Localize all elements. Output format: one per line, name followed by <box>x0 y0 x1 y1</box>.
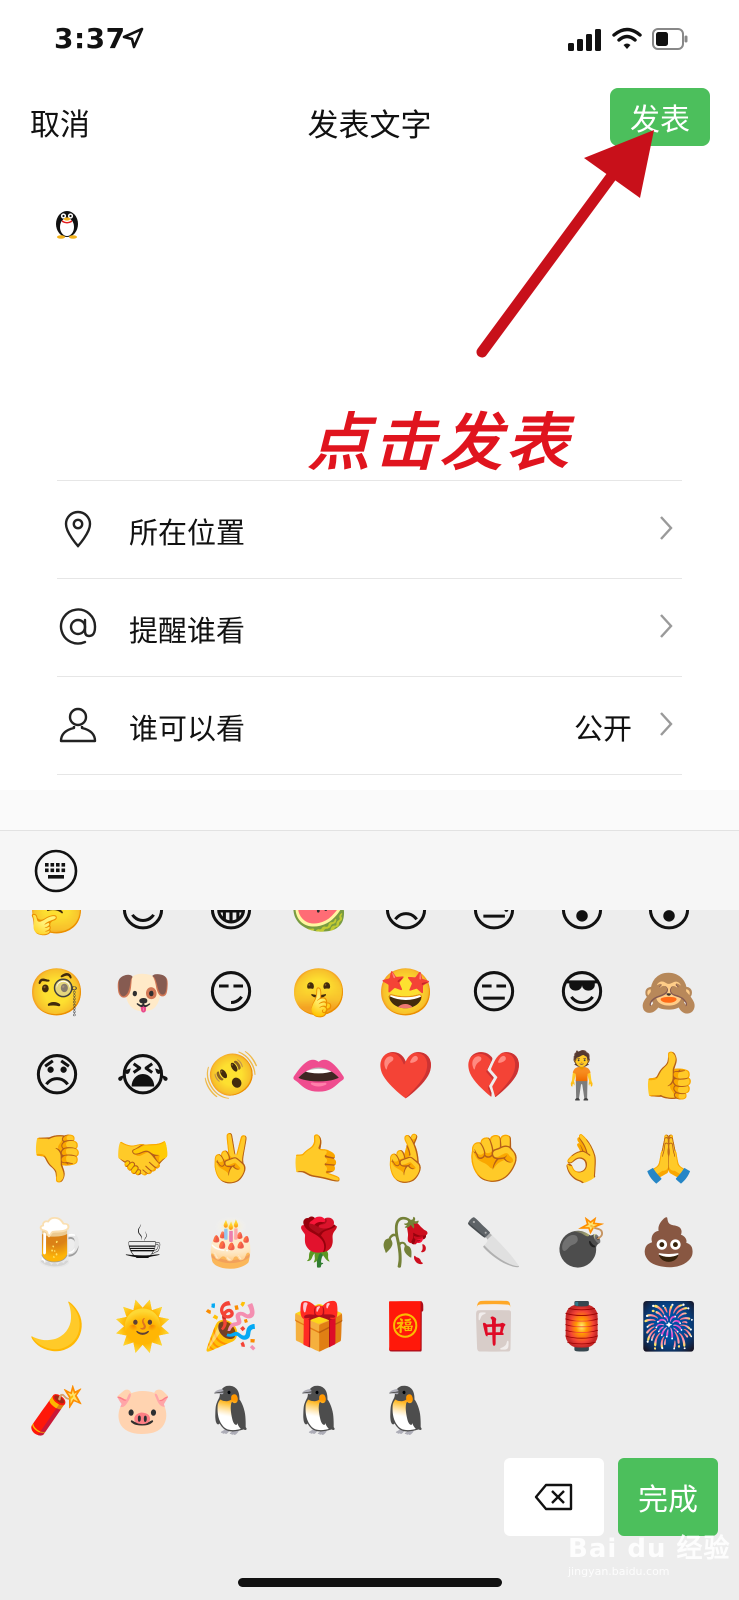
input-toolbar <box>0 830 739 911</box>
divider <box>57 774 682 775</box>
wifi-icon <box>612 27 642 49</box>
spacer <box>0 790 739 830</box>
location-row[interactable]: 所在位置 <box>57 480 682 578</box>
watermark-sub: jingyan.baidu.com <box>568 1565 670 1578</box>
watermark-main: Bai du 经验 <box>568 1534 731 1564</box>
emoji-key[interactable]: 😠 <box>376 910 436 940</box>
done-button[interactable]: 完成 <box>618 1458 718 1536</box>
home-indicator <box>238 1578 502 1587</box>
emoji-key[interactable]: 😲 <box>552 910 612 940</box>
emoji-key[interactable]: 🤩 <box>376 962 436 1022</box>
emoji-key[interactable]: 😭 <box>113 1045 173 1105</box>
emoji-key[interactable]: 🧧 <box>376 1296 436 1356</box>
visibility-label: 谁可以看 <box>129 712 246 746</box>
emoji-key[interactable]: 🔪 <box>464 1212 524 1272</box>
emoji-key[interactable]: ❤️ <box>376 1045 436 1105</box>
draft-text-area[interactable] <box>52 205 82 243</box>
annotation-text: 点击发表 <box>308 406 573 479</box>
emoji-key[interactable]: 🧐 <box>27 962 87 1022</box>
post-button[interactable]: 发表 <box>610 88 710 146</box>
emoji-key[interactable]: 🀄 <box>464 1296 524 1356</box>
chevron-right-icon <box>660 516 673 540</box>
chevron-right-icon <box>660 712 673 736</box>
emoji-key[interactable]: 🍉 <box>289 910 349 940</box>
emoji-key[interactable]: 😮 <box>639 910 699 940</box>
emoji-panel: 🤔 😊 😁 🍉 😠 😓 😲 😮 🧐 🐶 😏 🤫 🤩 😑 😎 🙈 😞 😭 🫨 👄 ❤️ 💔 🧍 👍 👎 🤝 ✌️ 🤙 🤞 ✊ 👌 🙏 🍺 ☕ 🎂 🌹 🥀 🔪… <box>0 910 739 1600</box>
emoji-key[interactable]: 🤝 <box>113 1128 173 1188</box>
emoji-key[interactable]: 😏 <box>201 962 261 1022</box>
battery-icon <box>652 28 688 50</box>
emoji-key[interactable]: 🌙 <box>27 1296 87 1356</box>
emoji-key[interactable]: 😓 <box>464 910 524 940</box>
emoji-key[interactable]: 💣 <box>552 1212 612 1272</box>
emoji-key[interactable]: 🫨 <box>201 1045 261 1105</box>
emoji-key[interactable]: 🧍 <box>552 1045 612 1105</box>
emoji-key[interactable]: 👎 <box>27 1128 87 1188</box>
emoji-key[interactable]: 🎉 <box>201 1296 261 1356</box>
visibility-value: 公开 <box>573 712 632 746</box>
emoji-key[interactable]: 😑 <box>464 962 524 1022</box>
emoji-key[interactable]: 🧨 <box>27 1380 87 1440</box>
keyboard-toggle-icon[interactable] <box>33 848 79 894</box>
emoji-key[interactable]: 🎆 <box>639 1296 699 1356</box>
emoji-key[interactable]: 🤫 <box>289 962 349 1022</box>
emoji-key[interactable]: 🐧 <box>376 1380 436 1440</box>
emoji-key[interactable]: 🐷 <box>113 1380 173 1440</box>
emoji-key[interactable]: 👄 <box>289 1045 349 1105</box>
mention-label: 提醒谁看 <box>129 614 246 648</box>
location-label: 所在位置 <box>129 516 246 550</box>
emoji-key[interactable]: 👌 <box>552 1128 612 1188</box>
emoji-key[interactable]: 🙏 <box>639 1128 699 1188</box>
location-arrow-icon <box>122 27 144 49</box>
mention-row[interactable]: 提醒谁看 <box>57 578 682 676</box>
emoji-key[interactable]: 💩 <box>639 1212 699 1272</box>
emoji-key[interactable]: 😊 <box>113 910 173 940</box>
delete-button[interactable] <box>504 1458 604 1536</box>
emoji-key[interactable]: 🤞 <box>376 1128 436 1188</box>
emoji-key[interactable]: 🤔 <box>27 910 87 940</box>
emoji-key[interactable]: 🌞 <box>113 1296 173 1356</box>
visibility-row[interactable]: 谁可以看 公开 <box>57 676 682 774</box>
emoji-key[interactable]: ☕ <box>113 1212 173 1272</box>
status-time: 3:37 <box>54 22 126 55</box>
emoji-key[interactable]: 😎 <box>552 962 612 1022</box>
backspace-icon <box>534 1483 573 1511</box>
emoji-key[interactable]: 👍 <box>639 1045 699 1105</box>
emoji-key[interactable]: 🥀 <box>376 1212 436 1272</box>
emoji-key[interactable]: 🐧 <box>201 1380 261 1440</box>
emoji-key[interactable]: 🤙 <box>289 1128 349 1188</box>
status-bar: 3:37 <box>0 0 739 80</box>
emoji-key[interactable]: ✊ <box>464 1128 524 1188</box>
emoji-key[interactable]: 🎂 <box>201 1212 261 1272</box>
person-icon <box>59 707 97 743</box>
emoji-key[interactable]: 🍺 <box>27 1212 87 1272</box>
emoji-key[interactable]: 🐶 <box>113 962 173 1022</box>
chevron-right-icon <box>660 614 673 638</box>
emoji-key[interactable]: ✌️ <box>201 1128 261 1188</box>
emoji-key[interactable]: 💔 <box>464 1045 524 1105</box>
location-pin-icon <box>64 510 92 548</box>
at-icon <box>59 608 97 645</box>
emoji-key[interactable]: 🏮 <box>552 1296 612 1356</box>
cellular-signal-icon <box>568 29 601 51</box>
emoji-key[interactable]: 🙈 <box>639 962 699 1022</box>
emoji-key[interactable]: 🎁 <box>289 1296 349 1356</box>
emoji-key[interactable]: 😞 <box>27 1045 87 1105</box>
emoji-key[interactable]: 😁 <box>201 910 261 940</box>
watermark: Bai du 经验 jingyan.baidu.com <box>568 1528 731 1578</box>
qq-penguin-emoji <box>56 211 78 239</box>
emoji-key[interactable]: 🌹 <box>289 1212 349 1272</box>
emoji-key[interactable]: 🐧 <box>289 1380 349 1440</box>
